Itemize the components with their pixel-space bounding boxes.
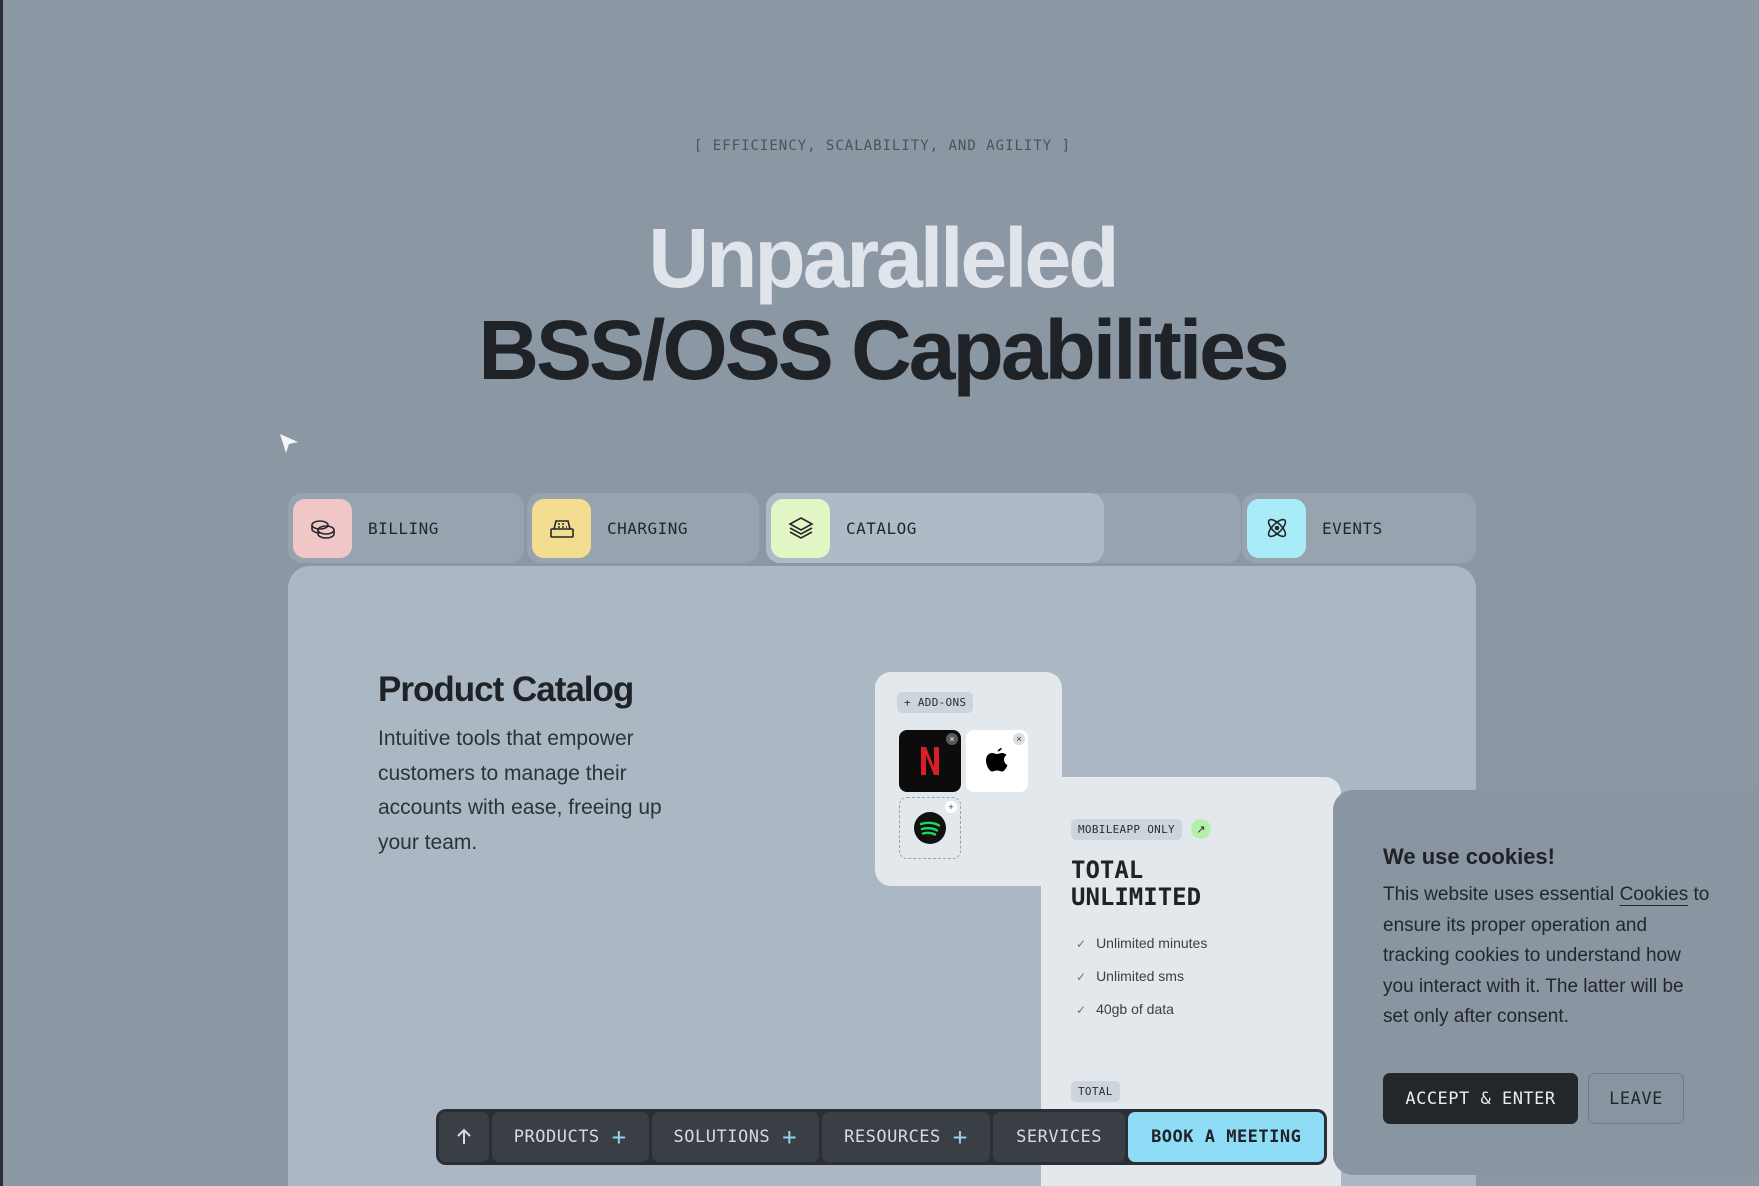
plus-icon: + bbox=[611, 1123, 627, 1151]
panel-description: Intuitive tools that empower customers t… bbox=[378, 727, 662, 854]
remove-badge-icon[interactable]: × bbox=[946, 733, 958, 745]
tab-catalog[interactable]: CATALOG bbox=[766, 493, 1104, 563]
arrow-up-icon bbox=[457, 1128, 471, 1144]
remove-badge-icon[interactable]: × bbox=[1013, 733, 1025, 745]
cookie-body-text: to ensure its proper operation and track… bbox=[1383, 884, 1710, 1027]
tab-charging-label: CHARGING bbox=[607, 518, 689, 538]
plus-icon: + bbox=[782, 1123, 798, 1151]
cookie-title: We use cookies! bbox=[1383, 844, 1555, 869]
tab-events-label: EVENTS bbox=[1322, 518, 1383, 538]
addons-card: + ADD-ONS × × + bbox=[875, 672, 1062, 886]
check-icon: ✓ bbox=[1076, 970, 1087, 984]
book-meeting-button[interactable]: BOOK A MEETING bbox=[1128, 1112, 1324, 1162]
apple-logo-icon[interactable]: × bbox=[966, 730, 1028, 792]
plan-chip: MOBILEAPP ONLY bbox=[1071, 819, 1182, 840]
eyebrow-text: [ EFFICIENCY, SCALABILITY, AND AGILITY ] bbox=[693, 138, 1072, 154]
coins-icon bbox=[293, 498, 352, 558]
nav-resources[interactable]: RESOURCES + bbox=[822, 1112, 990, 1162]
plan-title-line2: UNLIMITED bbox=[1071, 883, 1202, 911]
atom-icon bbox=[1247, 498, 1306, 558]
cookie-body-text: This website uses essential bbox=[1383, 884, 1620, 905]
nav-resources-label: RESOURCES bbox=[844, 1127, 941, 1147]
bottom-navigation: PRODUCTS + SOLUTIONS + RESOURCES + SERVICES… bbox=[436, 1109, 1327, 1165]
plan-feature: ✓ Unlimited sms bbox=[1076, 968, 1184, 984]
tab-catalog-label: CATALOG bbox=[846, 518, 917, 538]
nav-products[interactable]: PRODUCTS + bbox=[491, 1112, 649, 1162]
addons-chip: + ADD-ONS bbox=[897, 692, 974, 713]
spotify-logo-icon[interactable]: + bbox=[899, 797, 961, 859]
plus-icon: + bbox=[952, 1123, 968, 1151]
hero-title-line2: BSS/OSS Capabilities bbox=[478, 303, 1289, 397]
total-chip: TOTAL bbox=[1071, 1081, 1120, 1102]
book-meeting-label: BOOK A MEETING bbox=[1151, 1127, 1302, 1147]
hero-title: Unparalleled BSS/OSS Capabilities bbox=[3, 212, 1759, 396]
plan-title: TOTAL UNLIMITED bbox=[1071, 857, 1201, 911]
add-badge-icon[interactable]: + bbox=[945, 801, 957, 813]
mouse-cursor-icon bbox=[280, 434, 298, 453]
plan-title-line1: TOTAL bbox=[1071, 856, 1144, 884]
tab-billing-label: BILLING bbox=[368, 518, 439, 538]
nav-solutions-label: SOLUTIONS bbox=[673, 1127, 771, 1147]
cookie-body: This website uses essential Cookies to e… bbox=[1383, 880, 1713, 1033]
plan-feature: ✓ Unlimited minutes bbox=[1076, 935, 1207, 951]
nav-products-label: PRODUCTS bbox=[513, 1127, 600, 1147]
plan-feature: ✓ 40gb of data bbox=[1076, 1001, 1174, 1017]
nav-services-label: SERVICES bbox=[1016, 1127, 1103, 1147]
nav-services[interactable]: SERVICES bbox=[992, 1112, 1126, 1162]
nav-solutions[interactable]: SOLUTIONS + bbox=[651, 1112, 820, 1162]
tab-events[interactable]: EVENTS bbox=[1242, 493, 1476, 563]
hero-title-line1: Unparalleled bbox=[648, 211, 1119, 305]
netflix-logo-icon[interactable]: × bbox=[899, 730, 961, 792]
layers-icon bbox=[771, 498, 830, 558]
scroll-to-top-button[interactable] bbox=[439, 1112, 489, 1162]
feature-tabs: BILLING CHARGING CATALOG EVENTS bbox=[288, 493, 1476, 563]
cash-register-icon bbox=[532, 498, 591, 558]
plan-feature-text: Unlimited minutes bbox=[1096, 935, 1208, 951]
plan-feature-text: Unlimited sms bbox=[1096, 968, 1184, 984]
check-icon: ✓ bbox=[1076, 937, 1087, 951]
check-icon: ✓ bbox=[1076, 1003, 1087, 1017]
plan-feature-text: 40gb of data bbox=[1096, 1001, 1174, 1017]
cookies-link[interactable]: Cookies bbox=[1620, 884, 1689, 905]
panel-title: Product Catalog bbox=[378, 670, 634, 709]
tab-billing[interactable]: BILLING bbox=[288, 493, 524, 563]
arrow-up-right-icon: ↗ bbox=[1191, 819, 1211, 839]
tab-charging[interactable]: CHARGING bbox=[527, 493, 759, 563]
leave-button[interactable]: LEAVE bbox=[1588, 1073, 1684, 1124]
catalog-panel: Product Catalog Intuitive tools that emp… bbox=[288, 566, 1476, 1186]
accept-cookies-button[interactable]: ACCEPT & ENTER bbox=[1383, 1073, 1578, 1124]
cookie-banner: We use cookies! This website uses essent… bbox=[1333, 790, 1759, 1175]
